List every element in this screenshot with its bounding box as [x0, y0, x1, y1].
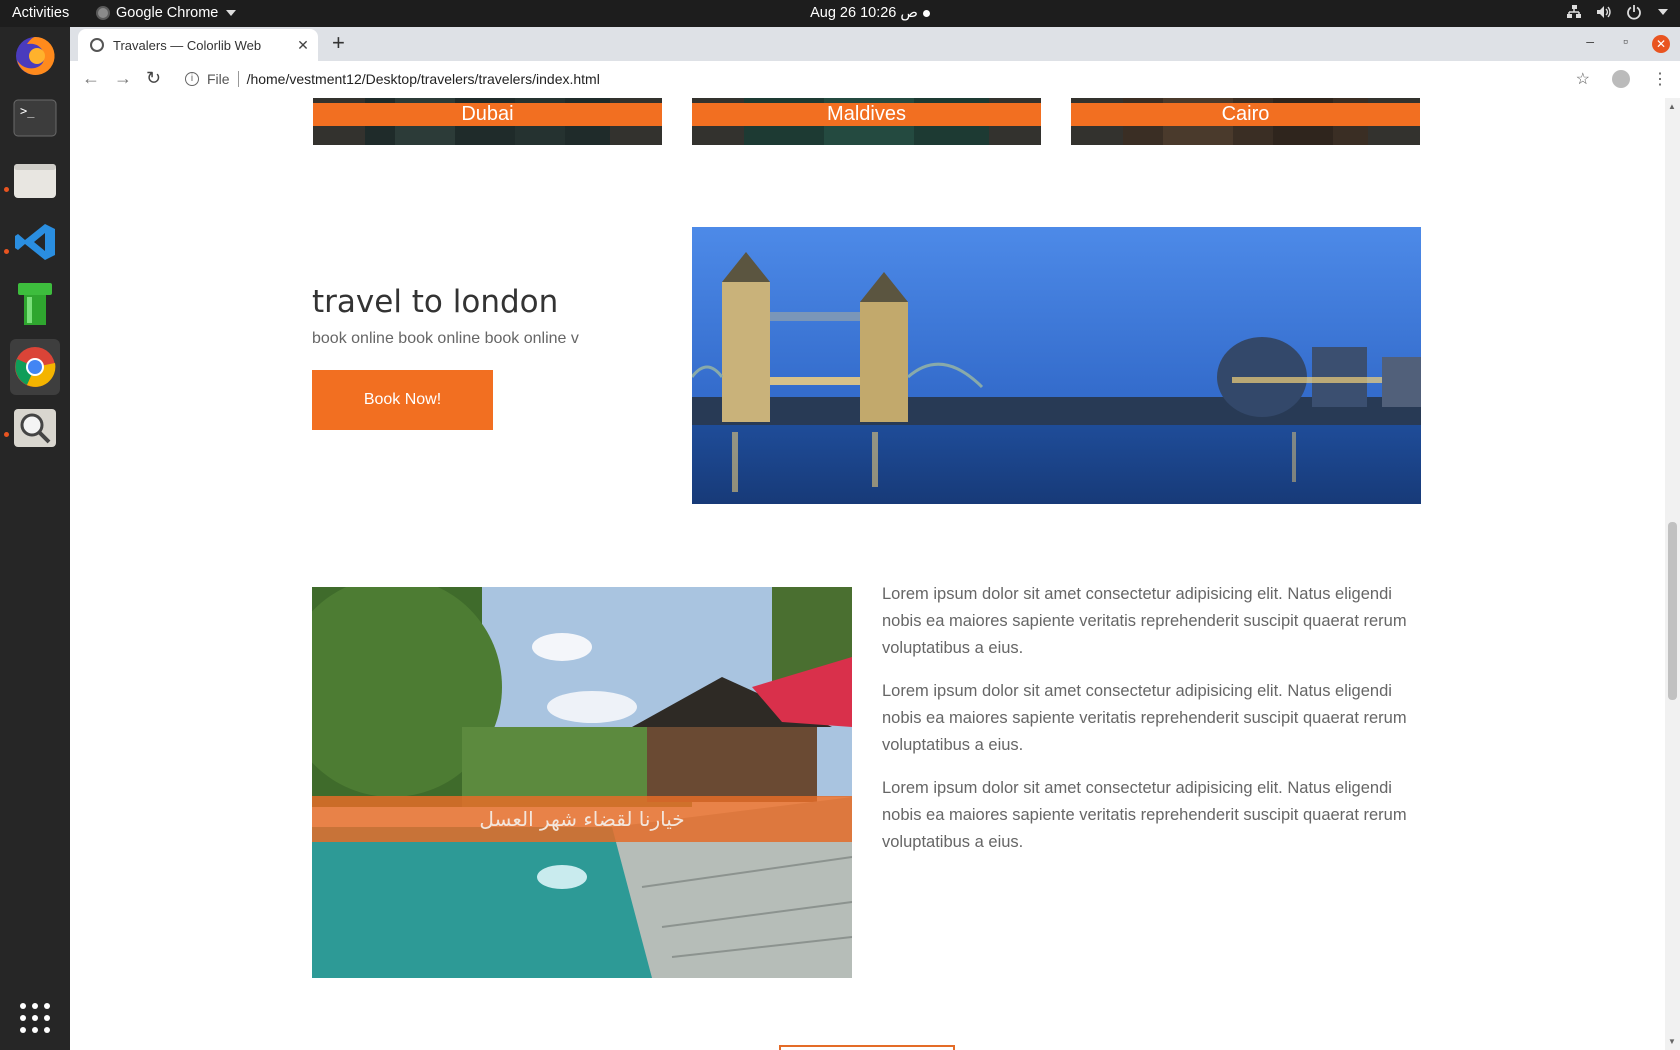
vscode-launcher[interactable]: [10, 217, 60, 267]
image-viewer-launcher[interactable]: [10, 403, 60, 453]
running-indicator: [4, 432, 9, 437]
chrome-icon: [15, 347, 56, 387]
paragraph: Lorem ipsum dolor sit amet consectetur a…: [882, 585, 1407, 657]
reload-button[interactable]: ↻: [146, 68, 161, 89]
url-text[interactable]: /home/vestment12/Desktop/travelers/trave…: [247, 71, 600, 87]
bookmark-star-icon[interactable]: ☆: [1576, 69, 1590, 89]
folder-icon: [14, 164, 56, 198]
book-now-button[interactable]: Book Now!: [312, 370, 493, 430]
london-heading: travel to london: [312, 284, 559, 320]
green-pipe-icon: [18, 283, 52, 325]
show-apps-button[interactable]: [19, 1002, 51, 1039]
firefox-icon: [16, 36, 55, 75]
network-icon: [1567, 5, 1581, 18]
scrollbar-thumb[interactable]: [1668, 522, 1677, 700]
city-label: Cairo: [1071, 103, 1420, 126]
app-grid-icon: [20, 1003, 50, 1033]
power-icon: [1627, 5, 1641, 20]
scroll-up-icon[interactable]: ▲: [1668, 102, 1676, 111]
system-top-bar: Activities Google Chrome Aug 26 10:26 ص: [0, 0, 1680, 27]
page-scrollbar[interactable]: ▲ ▼: [1665, 98, 1680, 1050]
partially-visible-button[interactable]: [779, 1045, 955, 1050]
city-card-cairo[interactable]: Cairo: [1071, 98, 1420, 145]
info-icon[interactable]: i: [185, 72, 199, 86]
firefox-launcher[interactable]: [10, 31, 60, 81]
browser-toolbar: ← → ↻ i File /home/vestment12/Desktop/tr…: [70, 61, 1680, 99]
close-tab-icon[interactable]: ✕: [294, 37, 312, 54]
tab-title: Travalers — Colorlib Web: [113, 37, 262, 53]
honeymoon-description: Lorem ipsum dolor sit amet consectetur a…: [882, 581, 1412, 872]
city-label: Maldives: [692, 103, 1041, 126]
paragraph: Lorem ipsum dolor sit amet consectetur a…: [882, 779, 1407, 851]
menu-kebab-icon[interactable]: ⋮: [1652, 69, 1668, 89]
new-tab-button[interactable]: +: [332, 32, 345, 54]
london-tower-bridge-photo: [692, 227, 1421, 504]
pipe-app-launcher[interactable]: [10, 279, 60, 329]
paragraph: Lorem ipsum dolor sit amet consectetur a…: [882, 682, 1407, 754]
globe-icon: [90, 38, 104, 52]
minimize-button[interactable]: –: [1586, 33, 1594, 49]
forward-button[interactable]: →: [114, 68, 132, 89]
vscode-icon: [15, 224, 55, 260]
chevron-down-icon: [1658, 9, 1668, 15]
running-indicator: [4, 249, 9, 254]
notification-dot-icon: [922, 9, 930, 17]
divider: [237, 71, 239, 87]
browser-tab[interactable]: Travalers — Colorlib Web ✕: [78, 29, 318, 61]
clock-label: Aug 26 10:26 ص: [810, 5, 918, 21]
volume-icon: [1597, 6, 1611, 18]
tab-strip: Travalers — Colorlib Web ✕ + – ▫ ✕: [70, 27, 1680, 61]
terminal-icon: >_: [13, 99, 57, 137]
city-card-dubai[interactable]: Dubai: [313, 98, 662, 145]
address-bar[interactable]: i File /home/vestment12/Desktop/traveler…: [185, 66, 1615, 92]
files-launcher[interactable]: [10, 155, 60, 205]
svg-text:>_: >_: [20, 104, 35, 118]
close-window-button[interactable]: ✕: [1652, 35, 1670, 53]
honeymoon-caption: خيارنا لقضاء شهر العسل: [312, 796, 852, 842]
system-tray[interactable]: [1566, 4, 1668, 20]
maximize-button[interactable]: ▫: [1623, 33, 1628, 49]
scroll-down-icon[interactable]: ▼: [1668, 1037, 1676, 1046]
dock: >_: [0, 27, 70, 1050]
profile-avatar[interactable]: [1612, 70, 1630, 88]
clock[interactable]: Aug 26 10:26 ص: [0, 5, 1680, 21]
url-scheme: File: [207, 71, 230, 87]
chrome-launcher[interactable]: [10, 339, 60, 395]
resort-pool-photo: [312, 587, 852, 978]
running-indicator: [4, 187, 9, 192]
city-card-maldives[interactable]: Maldives: [692, 98, 1041, 145]
page-viewport: Dubai Maldives Cairo travel to london bo…: [70, 98, 1665, 1050]
back-button[interactable]: ←: [82, 68, 100, 89]
terminal-launcher[interactable]: >_: [10, 93, 60, 143]
london-subtitle: book online book online book online v: [312, 330, 579, 347]
city-label: Dubai: [313, 103, 662, 126]
magnifier-icon: [14, 409, 56, 447]
